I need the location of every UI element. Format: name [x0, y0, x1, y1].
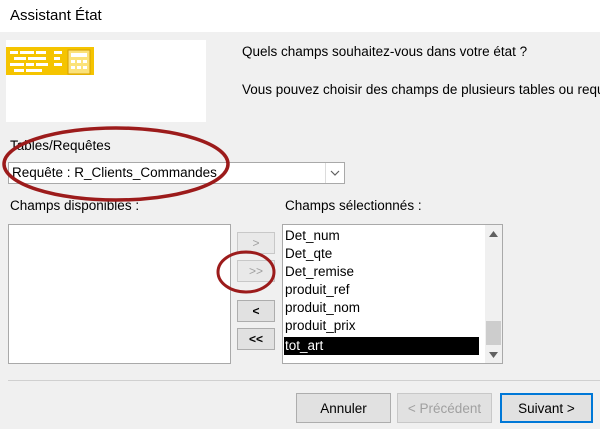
report-wizard-icon — [6, 47, 94, 75]
list-item[interactable]: Det_remise — [285, 263, 354, 281]
list-item-selected[interactable]: tot_art — [284, 337, 479, 355]
vertical-scrollbar[interactable] — [485, 225, 502, 363]
available-fields-label: Champs disponibles : — [10, 198, 140, 213]
list-item[interactable]: produit_ref — [285, 281, 350, 299]
title-bar: Assistant État — [0, 0, 600, 32]
footer-separator — [8, 380, 600, 381]
tables-label: Tables/Requêtes — [10, 138, 111, 153]
chevron-down-icon[interactable] — [325, 163, 344, 183]
next-button[interactable]: Suivant > — [500, 393, 593, 423]
scrollbar-thumb[interactable] — [486, 321, 501, 345]
back-button[interactable]: < Précédent — [397, 393, 492, 423]
list-item[interactable]: produit_prix — [285, 317, 356, 335]
tables-combobox[interactable]: Requête : R_Clients_Commandes — [8, 162, 345, 184]
prompt-hint: Vous pouvez choisir des champs de plusie… — [242, 82, 600, 97]
list-item[interactable]: Det_qte — [285, 245, 332, 263]
list-item[interactable]: Det_num — [285, 227, 340, 245]
selected-fields-list[interactable]: Det_num Det_qte Det_remise produit_ref p… — [282, 224, 503, 364]
add-field-button[interactable]: > — [237, 232, 275, 254]
tables-combobox-value: Requête : R_Clients_Commandes — [12, 165, 217, 180]
remove-field-button[interactable]: < — [237, 300, 275, 322]
remove-all-fields-button[interactable]: << — [237, 328, 275, 350]
report-preview-image — [6, 40, 206, 122]
list-item[interactable]: produit_nom — [285, 299, 360, 317]
selected-fields-label: Champs sélectionnés : — [285, 198, 422, 213]
scroll-down-icon[interactable] — [485, 346, 502, 363]
add-all-fields-button[interactable]: >> — [237, 260, 275, 282]
available-fields-list[interactable] — [8, 224, 231, 364]
prompt-question: Quels champs souhaitez-vous dans votre é… — [242, 44, 528, 59]
window-title: Assistant État — [10, 7, 102, 24]
scroll-up-icon[interactable] — [485, 225, 502, 242]
cancel-button[interactable]: Annuler — [296, 393, 391, 423]
